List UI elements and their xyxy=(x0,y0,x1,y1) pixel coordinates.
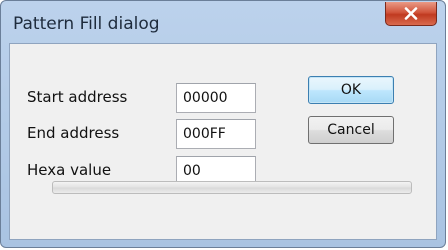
end-address-label: End address xyxy=(27,124,120,142)
start-address-field[interactable]: 00000 xyxy=(176,83,256,113)
close-button[interactable] xyxy=(385,2,437,26)
start-address-label: Start address xyxy=(27,88,128,106)
hexa-value-label: Hexa value xyxy=(27,161,112,179)
end-address-field[interactable]: 000FF xyxy=(176,119,256,149)
ok-button[interactable]: OK xyxy=(308,76,394,104)
close-icon xyxy=(404,7,418,20)
progress-bar xyxy=(52,181,412,194)
window-title: Pattern Fill dialog xyxy=(13,14,160,34)
title-bar[interactable]: Pattern Fill dialog xyxy=(1,1,445,43)
cancel-button[interactable]: Cancel xyxy=(308,116,394,144)
dialog-body: Start address 00000 End address 000FF He… xyxy=(9,43,437,240)
dialog-window: Pattern Fill dialog Start address 00000 … xyxy=(0,0,446,248)
